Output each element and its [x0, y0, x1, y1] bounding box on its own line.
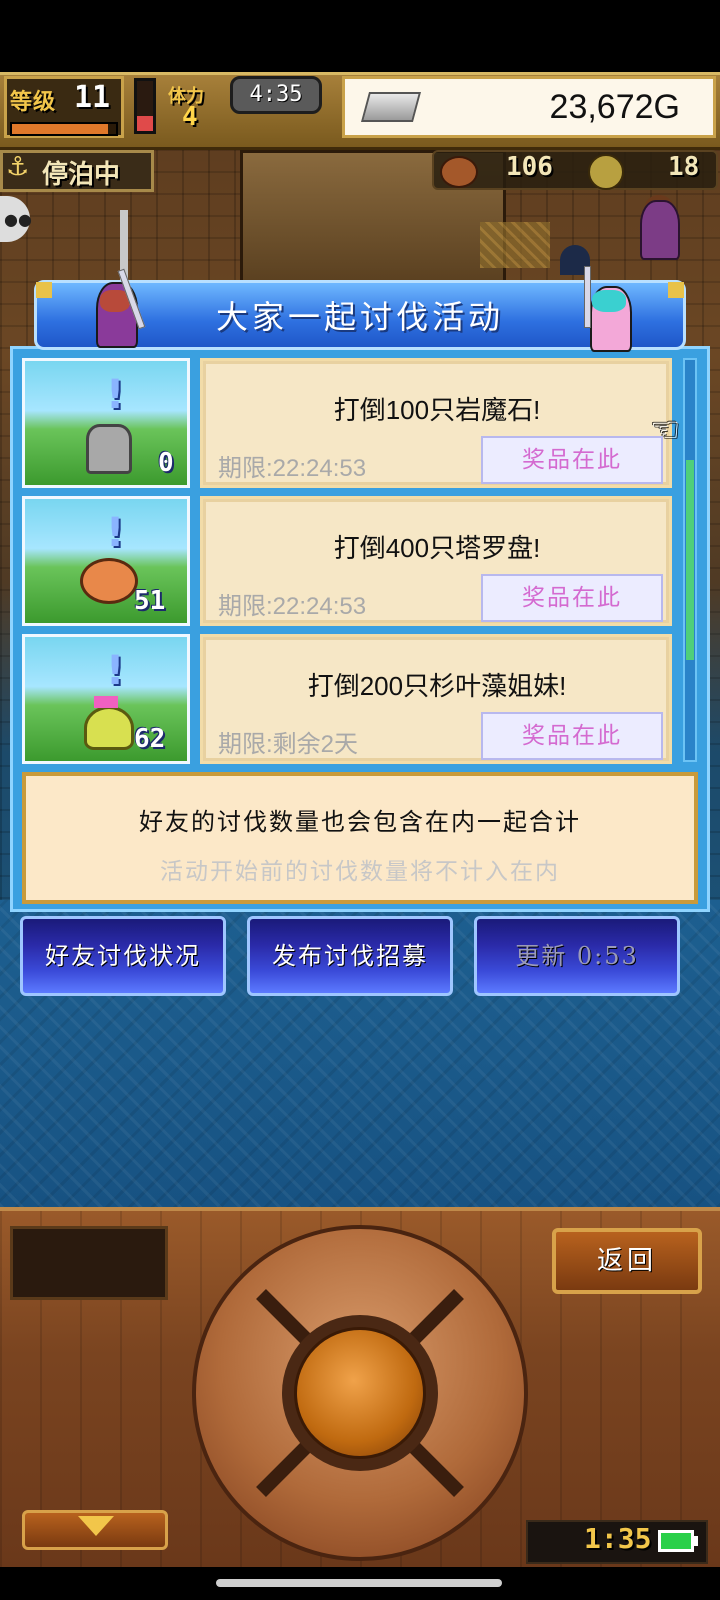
stamina-timer: 4:35	[230, 76, 322, 114]
coin-icon	[588, 154, 624, 190]
kill-count: 62	[134, 724, 166, 754]
top-black-bar	[0, 0, 720, 72]
deck-person	[640, 200, 680, 260]
rock-monster-icon	[86, 424, 132, 474]
alert-icon: !	[106, 372, 125, 418]
reward-button[interactable]: 奖品在此	[481, 436, 663, 484]
level-value: 11	[74, 80, 111, 115]
pointing-hand-icon: ☜	[650, 410, 681, 450]
level-label: 等级	[10, 90, 57, 115]
meat-icon	[440, 156, 478, 188]
quest-deadline: 期限:22:24:53	[218, 593, 367, 620]
friend-status-button[interactable]: 好友讨伐状况	[20, 916, 226, 996]
resource-coin-value: 18	[668, 152, 700, 182]
quest-title: 打倒400只塔罗盘!	[333, 533, 541, 563]
bow-icon	[94, 696, 118, 708]
squid-monster-icon	[80, 558, 138, 604]
battery-icon	[658, 1530, 694, 1552]
kill-count: 51	[134, 586, 166, 616]
exp-bar-fill	[12, 124, 108, 134]
quest-deadline: 期限:剩余2天	[218, 731, 359, 758]
back-button[interactable]: 返回	[552, 1228, 702, 1294]
home-indicator[interactable]	[216, 1579, 502, 1587]
quest-title: 打倒200只杉叶藻姐妹!	[307, 671, 567, 701]
stamina-value: 4	[182, 102, 198, 132]
reward-button[interactable]: 奖品在此	[481, 712, 663, 760]
scrollbar-thumb[interactable]	[686, 460, 694, 660]
face-icon: ●●	[4, 210, 32, 229]
chevron-down-icon	[78, 1516, 114, 1536]
moor-status: 停泊中	[42, 160, 121, 190]
resource-meat-value: 106	[506, 152, 553, 182]
kill-count: 0	[158, 448, 174, 478]
anchor-icon: ⚓	[6, 152, 30, 182]
info-note-main: 好友的讨伐数量也会包含在内一起合计	[139, 808, 581, 836]
money-value: 23,672G	[549, 88, 680, 126]
quest-deadline: 期限:22:24:53	[218, 455, 367, 482]
heroine-hair	[592, 290, 626, 312]
silver-bar-icon	[360, 92, 422, 122]
refresh-button[interactable]: 更新 0:53	[474, 916, 680, 996]
deck-grate	[480, 222, 550, 268]
empty-slot	[10, 1226, 168, 1300]
reward-button[interactable]: 奖品在此	[481, 574, 663, 622]
clock-time: 1:35	[584, 1522, 652, 1555]
alert-icon: !	[106, 510, 125, 556]
dpad-center-button[interactable]	[294, 1327, 426, 1459]
seaweed-sister-icon	[84, 706, 134, 750]
alert-icon: !	[106, 648, 125, 694]
info-note-sub: 活动开始前的讨伐数量将不计入在内	[160, 859, 560, 885]
sword-icon	[584, 266, 591, 328]
stamina-gauge-fill	[137, 116, 153, 131]
quest-title: 打倒100只岩魔石!	[333, 395, 541, 425]
post-recruit-button[interactable]: 发布讨伐招募	[247, 916, 453, 996]
battery-tip	[694, 1536, 698, 1546]
